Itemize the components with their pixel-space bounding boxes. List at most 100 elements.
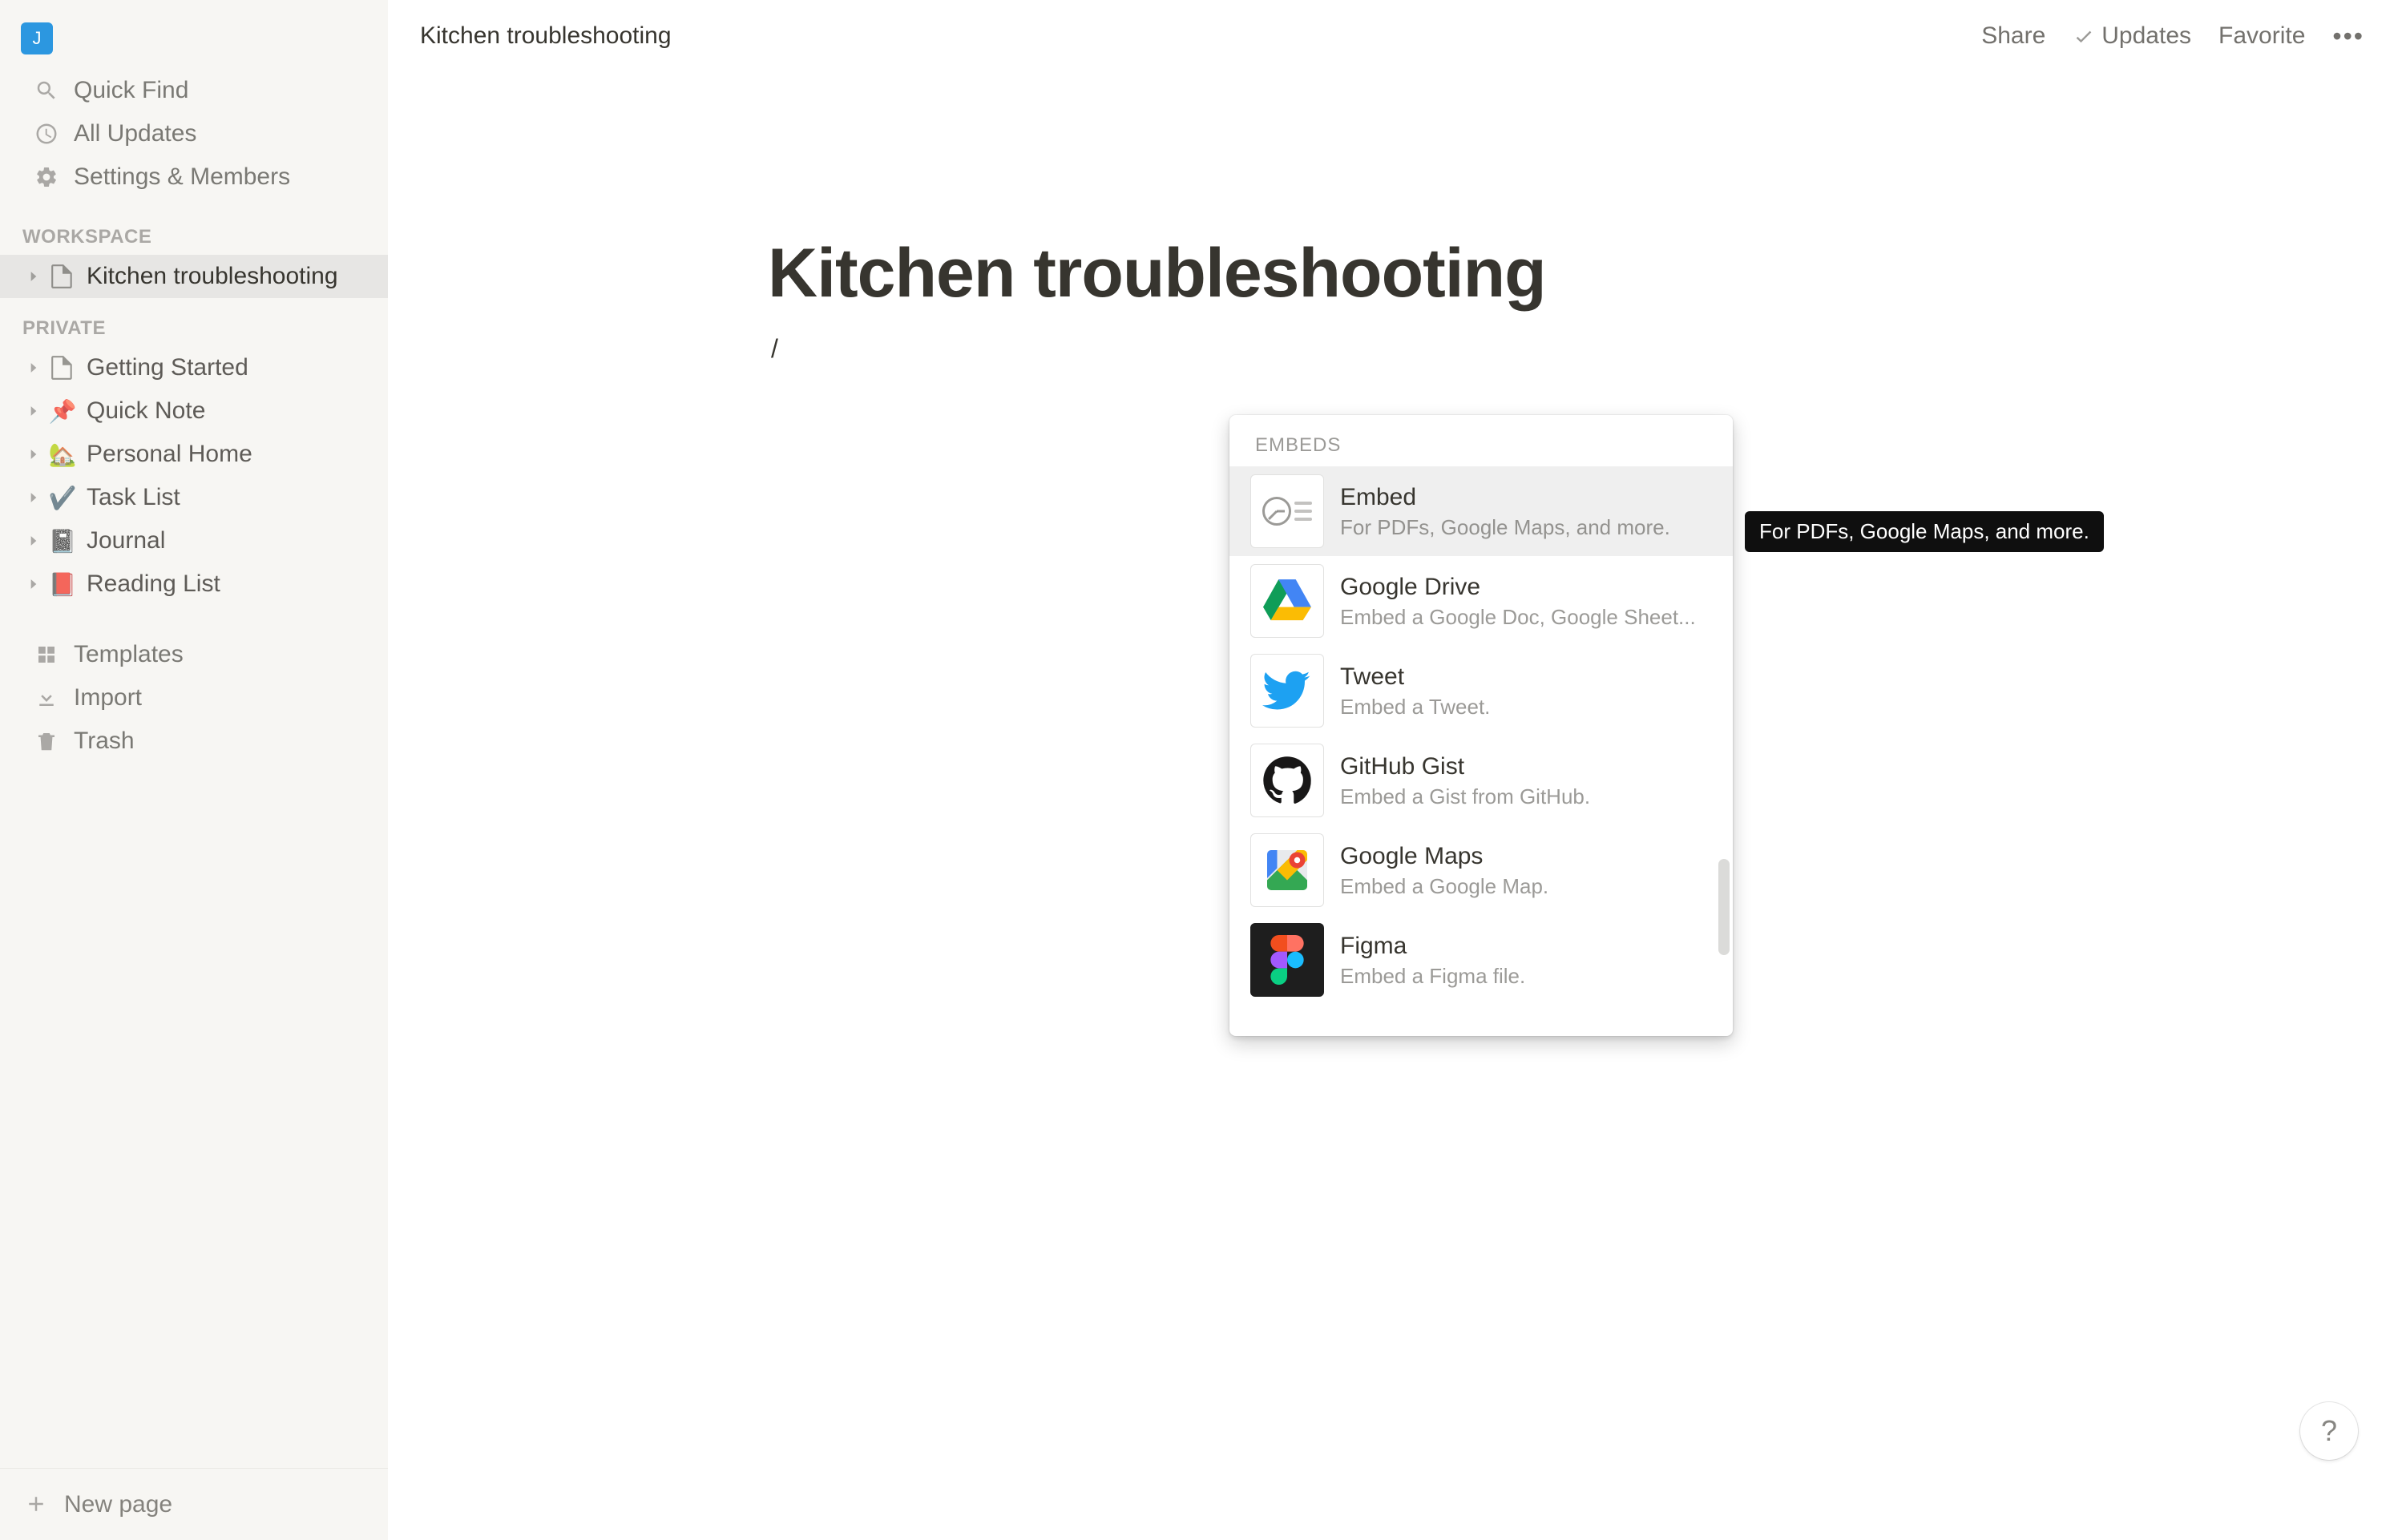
templates-icon: [32, 640, 61, 669]
slash-command-menu: EMBEDS Embed For PDFs, Google Maps, and …: [1229, 415, 1733, 1036]
menu-item-desc: Embed a Tweet.: [1340, 694, 1712, 721]
new-page-label: New page: [64, 1491, 172, 1518]
page-icon: [48, 264, 77, 289]
sidebar-page-label: Personal Home: [87, 441, 252, 468]
twitter-icon: [1250, 654, 1324, 728]
house-icon: 🏡: [48, 441, 77, 468]
menu-item-desc: For PDFs, Google Maps, and more.: [1340, 514, 1712, 542]
editor-line[interactable]: /: [768, 329, 2018, 369]
private-pages: Getting Started 📌 Quick Note 🏡 Personal …: [0, 346, 388, 606]
topbar: Kitchen troubleshooting Share Updates Fa…: [388, 0, 2398, 72]
updates-button[interactable]: Updates: [2061, 16, 2202, 56]
new-page-button[interactable]: New page: [0, 1468, 388, 1540]
chevron-right-icon[interactable]: [24, 401, 43, 421]
menu-item-github-gist[interactable]: GitHub Gist Embed a Gist from GitHub.: [1229, 736, 1733, 825]
menu-item-figma[interactable]: Figma Embed a Figma file.: [1229, 915, 1733, 1005]
private-section-label: PRIVATE: [0, 298, 388, 346]
workspace-badge: J: [21, 22, 53, 54]
embed-icon: [1250, 474, 1324, 548]
trash-label: Trash: [74, 728, 135, 755]
chevron-right-icon[interactable]: [24, 267, 43, 286]
import[interactable]: Import: [0, 676, 388, 720]
sidebar-page-kitchen-troubleshooting[interactable]: Kitchen troubleshooting: [0, 255, 388, 298]
share-button[interactable]: Share: [1970, 16, 2057, 56]
sidebar-top-nav: Quick Find All Updates Settings & Member…: [0, 66, 388, 207]
chevron-right-icon[interactable]: [24, 358, 43, 377]
gear-icon: [32, 163, 61, 191]
scrollbar-thumb[interactable]: [1718, 859, 1730, 955]
notebook-icon: 📓: [48, 528, 77, 554]
import-label: Import: [74, 684, 142, 712]
figma-icon: [1250, 923, 1324, 997]
menu-item-desc: Embed a Google Doc, Google Sheet...: [1340, 604, 1712, 631]
google-drive-icon: [1250, 564, 1324, 638]
menu-item-tweet[interactable]: Tweet Embed a Tweet.: [1229, 646, 1733, 736]
chevron-right-icon[interactable]: [24, 574, 43, 594]
sidebar-page-getting-started[interactable]: Getting Started: [0, 346, 388, 389]
more-button[interactable]: •••: [2321, 15, 2376, 58]
sidebar-page-label: Getting Started: [87, 354, 248, 381]
menu-item-title: Tweet: [1340, 661, 1712, 692]
menu-item-title: Google Drive: [1340, 571, 1712, 603]
plus-icon: [24, 1492, 50, 1518]
all-updates[interactable]: All Updates: [0, 112, 388, 155]
sidebar-page-label: Reading List: [87, 570, 220, 598]
github-icon: [1250, 744, 1324, 817]
quick-find-label: Quick Find: [74, 77, 188, 104]
checkmark-icon: ✔️: [48, 485, 77, 511]
chevron-right-icon[interactable]: [24, 445, 43, 464]
sidebar-page-label: Journal: [87, 527, 165, 554]
trash[interactable]: Trash: [0, 720, 388, 763]
templates[interactable]: Templates: [0, 633, 388, 676]
all-updates-label: All Updates: [74, 120, 196, 147]
sidebar-page-task-list[interactable]: ✔️ Task List: [0, 476, 388, 519]
breadcrumb[interactable]: Kitchen troubleshooting: [410, 18, 681, 54]
menu-item-embed[interactable]: Embed For PDFs, Google Maps, and more.: [1229, 466, 1733, 556]
sidebar-page-reading-list[interactable]: 📕 Reading List: [0, 562, 388, 606]
sidebar-page-label: Task List: [87, 484, 180, 511]
search-icon: [32, 76, 61, 105]
chevron-right-icon[interactable]: [24, 531, 43, 550]
more-icon: •••: [2332, 22, 2364, 51]
check-icon: [2073, 25, 2095, 47]
menu-item-title: Embed: [1340, 482, 1712, 513]
settings-label: Settings & Members: [74, 163, 290, 191]
sidebar-page-journal[interactable]: 📓 Journal: [0, 519, 388, 562]
menu-item-desc: Embed a Gist from GitHub.: [1340, 784, 1712, 811]
updates-label: Updates: [2101, 22, 2191, 50]
download-icon: [32, 683, 61, 712]
menu-item-title: Google Maps: [1340, 841, 1712, 872]
sidebar-page-label: Kitchen troubleshooting: [87, 263, 338, 290]
chevron-right-icon[interactable]: [24, 488, 43, 507]
topbar-actions: Share Updates Favorite •••: [1970, 15, 2376, 58]
workspace-pages: Kitchen troubleshooting: [0, 255, 388, 298]
pushpin-icon: 📌: [48, 398, 77, 425]
slash-menu-list[interactable]: Embed For PDFs, Google Maps, and more. G…: [1229, 466, 1733, 1036]
quick-find[interactable]: Quick Find: [0, 69, 388, 112]
tooltip: For PDFs, Google Maps, and more.: [1745, 511, 2104, 552]
slash-menu-section-label: EMBEDS: [1229, 415, 1733, 466]
workspace-section-label: WORKSPACE: [0, 207, 388, 255]
page-title[interactable]: Kitchen troubleshooting: [768, 232, 2018, 315]
menu-item-google-drive[interactable]: Google Drive Embed a Google Doc, Google …: [1229, 556, 1733, 646]
sidebar-page-personal-home[interactable]: 🏡 Personal Home: [0, 433, 388, 476]
menu-item-title: Figma: [1340, 930, 1712, 961]
book-icon: 📕: [48, 571, 77, 598]
settings-members[interactable]: Settings & Members: [0, 155, 388, 199]
trash-icon: [32, 727, 61, 756]
page-icon: [48, 355, 77, 381]
menu-item-google-maps[interactable]: Google Maps Embed a Google Map.: [1229, 825, 1733, 915]
sidebar-page-label: Quick Note: [87, 397, 205, 425]
templates-label: Templates: [74, 641, 184, 668]
main: Kitchen troubleshooting Share Updates Fa…: [388, 0, 2398, 1540]
google-maps-icon: [1250, 833, 1324, 907]
favorite-button[interactable]: Favorite: [2207, 16, 2316, 56]
menu-item-desc: Embed a Figma file.: [1340, 963, 1712, 990]
workspace-switcher[interactable]: J: [0, 0, 388, 66]
clock-icon: [32, 119, 61, 148]
page-body: Kitchen troubleshooting /: [608, 72, 2178, 369]
help-button[interactable]: ?: [2300, 1402, 2358, 1460]
menu-item-desc: Embed a Google Map.: [1340, 873, 1712, 901]
sidebar-page-quick-note[interactable]: 📌 Quick Note: [0, 389, 388, 433]
sidebar: J Quick Find All Updates Settings & Memb…: [0, 0, 388, 1540]
